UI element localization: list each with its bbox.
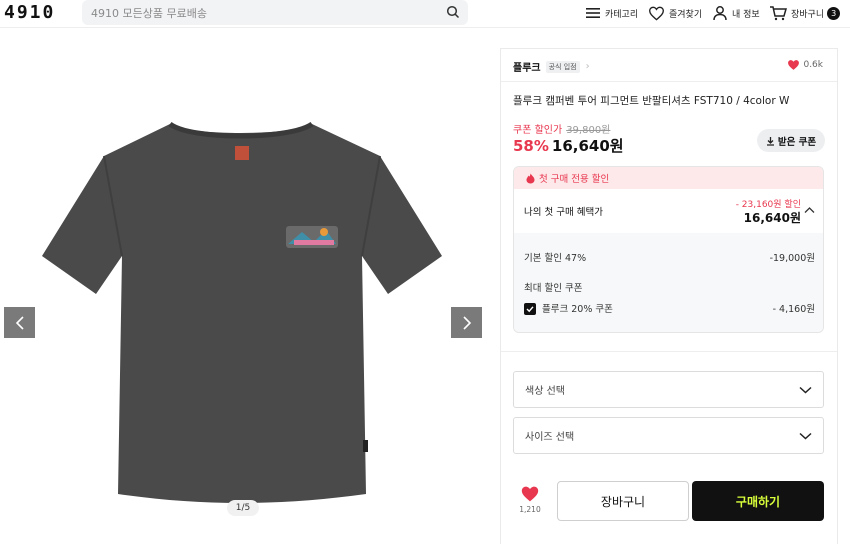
first-purchase-banner: 첫 구매 전용 할인 xyxy=(514,167,823,189)
heart-icon xyxy=(788,60,800,70)
official-badge: 공식 입점 xyxy=(545,60,580,73)
nav-favorites[interactable]: 즐겨찾기 xyxy=(648,3,702,23)
product-title: 플루크 캠퍼벤 투어 피그먼트 반팔티셔츠 FST710 / 4color W xyxy=(513,95,790,107)
coupon-name: 플루크 20% 쿠폰 xyxy=(542,304,613,315)
first-purchase-coupon-box: 첫 구매 전용 할인 나의 첫 구매 혜택가 - 23,160원 할인 16,6… xyxy=(513,166,824,333)
fire-icon xyxy=(526,173,535,183)
coupon-value: - 4,160원 xyxy=(772,304,815,315)
final-price: 58% 16,640원 xyxy=(513,135,624,156)
divider xyxy=(501,351,837,352)
size-select[interactable]: 사이즈 선택 xyxy=(513,417,824,454)
nav-cart[interactable]: 장바구니 3 xyxy=(769,3,841,23)
benefit-price: 16,640원 xyxy=(743,211,801,225)
chevron-down-icon xyxy=(799,386,812,394)
download-icon xyxy=(766,136,774,146)
brand-link[interactable]: 플루크 공식 입점 › xyxy=(513,59,590,74)
user-icon xyxy=(713,6,727,21)
coupon-checkbox[interactable] xyxy=(524,302,536,315)
search-icon[interactable] xyxy=(446,5,460,19)
nav-category-label: 카테고리 xyxy=(605,9,639,20)
received-coupon-label: 받은 쿠폰 xyxy=(777,136,817,148)
check-icon xyxy=(526,305,534,312)
coupon-price-label: 쿠폰 할인가 39,800원 xyxy=(513,121,610,136)
base-discount-value: -19,000원 xyxy=(769,253,815,264)
cart-count-badge: 3 xyxy=(827,6,841,20)
nav-myinfo-label: 내 정보 xyxy=(732,9,760,20)
base-discount-row: 기본 할인 47% -19,000원 xyxy=(524,250,815,264)
chevron-right-icon xyxy=(462,315,471,330)
chevron-up-icon[interactable] xyxy=(804,206,815,214)
prev-image-button[interactable] xyxy=(4,307,35,338)
product-info-panel: 플루크 공식 입점 › 0.6k 플루크 캠퍼벤 투어 피그먼트 반팔티셔츠 F… xyxy=(500,48,838,544)
buy-now-button[interactable]: 구매하기 xyxy=(692,481,824,521)
color-select-placeholder: 색상 선택 xyxy=(525,386,565,397)
cart-icon xyxy=(770,6,787,21)
chevron-down-icon xyxy=(799,432,812,440)
chevron-right-icon: › xyxy=(585,61,590,72)
discount-percent: 58% xyxy=(513,137,549,155)
site-logo[interactable]: 4910 xyxy=(4,2,55,23)
image-counter: 1/5 xyxy=(227,500,259,516)
benefit-toggle[interactable]: 나의 첫 구매 혜택가 - 23,160원 할인 16,640원 xyxy=(514,189,823,233)
coupon-row[interactable]: 플루크 20% 쿠폰 - 4,160원 xyxy=(524,301,815,316)
base-discount-label: 기본 할인 47% xyxy=(524,253,587,264)
heart-outline-icon xyxy=(648,6,665,21)
benefit-label: 나의 첫 구매 혜택가 xyxy=(524,207,603,218)
nav-category[interactable]: 카테고리 xyxy=(585,3,638,23)
color-select[interactable]: 색상 선택 xyxy=(513,371,824,408)
top-bar: 4910 4910 모든상품 무료배송 카테고리 즐겨찾기 내 정보 장바구니 … xyxy=(0,0,850,28)
nav-cart-label: 장바구니 xyxy=(791,9,825,20)
brand-like-count: 0.6k xyxy=(803,60,823,70)
sale-price: 16,640원 xyxy=(551,137,624,155)
heart-icon xyxy=(521,486,539,502)
chevron-left-icon xyxy=(15,315,24,330)
nav-favorites-label: 즐겨찾기 xyxy=(669,9,703,20)
discount-breakdown: 기본 할인 47% -19,000원 최대 할인 쿠폰 플루크 20% 쿠폰 -… xyxy=(514,233,823,332)
received-coupon-button[interactable]: 받은 쿠폰 xyxy=(757,129,825,152)
first-purchase-title: 첫 구매 전용 할인 xyxy=(539,174,610,185)
product-image[interactable] xyxy=(40,116,444,516)
size-select-placeholder: 사이즈 선택 xyxy=(525,432,575,443)
next-image-button[interactable] xyxy=(451,307,482,338)
add-to-cart-button[interactable]: 장바구니 xyxy=(557,481,689,521)
product-like-button[interactable]: 1,210 xyxy=(515,485,545,514)
divider xyxy=(501,81,837,82)
nav-myinfo[interactable]: 내 정보 xyxy=(712,3,760,23)
max-coupon-heading: 최대 할인 쿠폰 xyxy=(524,283,583,294)
search-bar[interactable]: 4910 모든상품 무료배송 xyxy=(82,0,468,25)
product-gallery: 1/5 xyxy=(0,36,486,544)
brand-like-button[interactable]: 0.6k xyxy=(787,59,823,71)
menu-icon xyxy=(586,8,600,18)
brand-name: 플루크 xyxy=(513,63,541,74)
search-input[interactable]: 4910 모든상품 무료배송 xyxy=(91,5,207,21)
product-like-count: 1,210 xyxy=(519,505,541,514)
